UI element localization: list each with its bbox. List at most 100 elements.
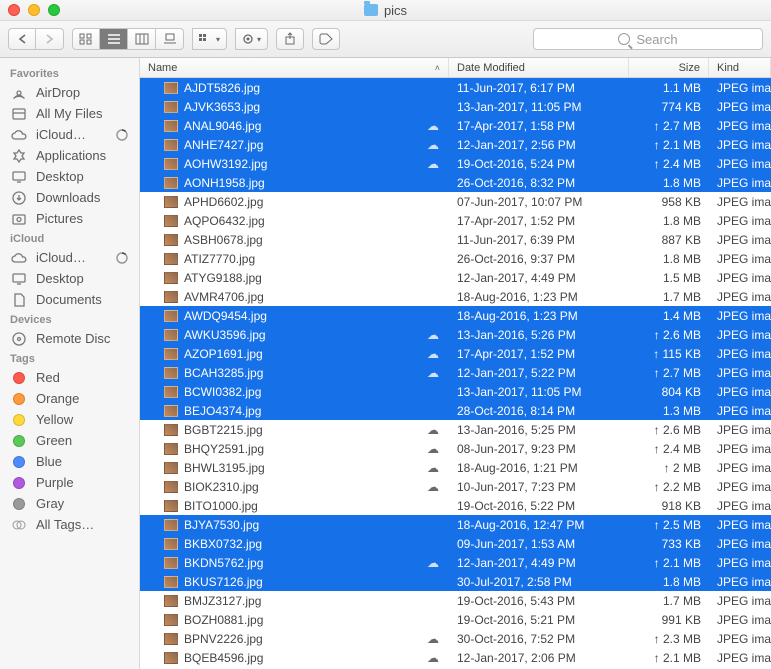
file-row[interactable]: BJYA7530.jpg18-Aug-2016, 12:47 PM↑ 2.5 M… <box>140 515 771 534</box>
file-row[interactable]: BMJZ3127.jpg19-Oct-2016, 5:43 PM1.7 MBJP… <box>140 591 771 610</box>
file-row[interactable]: AONH1958.jpg26-Oct-2016, 8:32 PM1.8 MBJP… <box>140 173 771 192</box>
file-size: 1.5 MB <box>629 271 709 285</box>
file-size: 1.8 MB <box>629 252 709 266</box>
view-icons-button[interactable] <box>72 28 100 50</box>
file-row[interactable]: BCAH3285.jpg☁12-Jan-2017, 5:22 PM↑ 2.7 M… <box>140 363 771 382</box>
sort-asc-icon: ˄ <box>435 63 440 73</box>
file-kind: JPEG image <box>709 556 771 570</box>
file-row[interactable]: BCWI0382.jpg13-Jan-2017, 11:05 PM804 KBJ… <box>140 382 771 401</box>
view-list-button[interactable] <box>100 28 128 50</box>
share-button[interactable] <box>276 28 304 50</box>
search-input[interactable]: Search <box>533 28 763 50</box>
file-row[interactable]: BITO1000.jpg19-Oct-2016, 5:22 PM918 KBJP… <box>140 496 771 515</box>
file-kind: JPEG image <box>709 651 771 665</box>
file-date: 07-Jun-2017, 10:07 PM <box>449 195 629 209</box>
sidebar-item[interactable]: Applications <box>0 145 139 166</box>
arrange-button[interactable]: ▾ <box>192 28 227 50</box>
file-thumbnail-icon <box>164 576 178 588</box>
sidebar-item[interactable]: All My Files <box>0 103 139 124</box>
file-row[interactable]: AWKU3596.jpg☁13-Jan-2016, 5:26 PM↑ 2.6 M… <box>140 325 771 344</box>
sidebar-item[interactable]: Remote Disc <box>0 328 139 349</box>
sidebar-item[interactable]: Green <box>0 430 139 451</box>
file-row[interactable]: AQPO6432.jpg17-Apr-2017, 1:52 PM1.8 MBJP… <box>140 211 771 230</box>
column-name[interactable]: Name˄ <box>140 58 449 77</box>
file-name: BITO1000.jpg <box>184 499 258 513</box>
file-row[interactable]: APHD6602.jpg07-Jun-2017, 10:07 PM958 KBJ… <box>140 192 771 211</box>
back-button[interactable] <box>8 28 36 50</box>
file-row[interactable]: AOHW3192.jpg☁19-Oct-2016, 5:24 PM↑ 2.4 M… <box>140 154 771 173</box>
sidebar-item[interactable]: Blue <box>0 451 139 472</box>
sidebar-item[interactable]: iCloud… <box>0 124 139 145</box>
sidebar-item[interactable]: Desktop <box>0 268 139 289</box>
sidebar-item[interactable]: Purple <box>0 472 139 493</box>
sidebar-item[interactable]: Desktop <box>0 166 139 187</box>
file-row[interactable]: BPNV2226.jpg☁30-Oct-2016, 7:52 PM↑ 2.3 M… <box>140 629 771 648</box>
file-kind: JPEG image <box>709 176 771 190</box>
sidebar-item[interactable]: Downloads <box>0 187 139 208</box>
view-columns-button[interactable] <box>128 28 156 50</box>
maximize-button[interactable] <box>48 4 60 16</box>
file-date: 09-Jun-2017, 1:53 AM <box>449 537 629 551</box>
file-row[interactable]: BEJO4374.jpg28-Oct-2016, 8:14 PM1.3 MBJP… <box>140 401 771 420</box>
file-row[interactable]: ASBH0678.jpg11-Jun-2017, 6:39 PM887 KBJP… <box>140 230 771 249</box>
allfiles-icon <box>10 107 28 121</box>
tag-icon <box>10 518 28 532</box>
file-row[interactable]: AVMR4706.jpg18-Aug-2016, 1:23 PM1.7 MBJP… <box>140 287 771 306</box>
file-thumbnail-icon <box>164 386 178 398</box>
sidebar-item[interactable]: AirDrop <box>0 82 139 103</box>
file-row[interactable]: BQEB4596.jpg☁12-Jan-2017, 2:06 PM↑ 2.1 M… <box>140 648 771 667</box>
file-name: BGBT2215.jpg <box>184 423 263 437</box>
downloads-icon <box>10 191 28 205</box>
file-row[interactable]: ANHE7427.jpg☁12-Jan-2017, 2:56 PM↑ 2.1 M… <box>140 135 771 154</box>
file-row[interactable]: BKDN5762.jpg☁12-Jan-2017, 4:49 PM↑ 2.1 M… <box>140 553 771 572</box>
sidebar-item[interactable]: Red <box>0 367 139 388</box>
file-date: 13-Jan-2016, 5:25 PM <box>449 423 629 437</box>
cloud-icon: ☁ <box>425 651 441 665</box>
file-kind: JPEG image <box>709 366 771 380</box>
file-row[interactable]: BHWL3195.jpg☁18-Aug-2016, 1:21 PM↑ 2 MBJ… <box>140 458 771 477</box>
sidebar-item[interactable]: Orange <box>0 388 139 409</box>
file-thumbnail-icon <box>164 272 178 284</box>
file-row[interactable]: BGBT2215.jpg☁13-Jan-2016, 5:25 PM↑ 2.6 M… <box>140 420 771 439</box>
sidebar-item[interactable]: Yellow <box>0 409 139 430</box>
file-name: ANAL9046.jpg <box>184 119 261 133</box>
progress-icon <box>115 251 129 265</box>
file-row[interactable]: BOZH0881.jpg19-Oct-2016, 5:21 PM991 KBJP… <box>140 610 771 629</box>
view-coverflow-button[interactable] <box>156 28 184 50</box>
sidebar-item[interactable]: iCloud… <box>0 247 139 268</box>
cloud-icon: ☁ <box>425 442 441 456</box>
tag-icon <box>10 371 28 385</box>
file-name: BJYA7530.jpg <box>184 518 259 532</box>
file-name: BMJZ3127.jpg <box>184 594 261 608</box>
action-button[interactable]: ▾ <box>235 28 268 50</box>
column-size[interactable]: Size <box>629 58 709 77</box>
file-name: BIOK2310.jpg <box>184 480 259 494</box>
file-row[interactable]: AWDQ9454.jpg18-Aug-2016, 1:23 PM1.4 MBJP… <box>140 306 771 325</box>
file-row[interactable]: ATIZ7770.jpg26-Oct-2016, 9:37 PM1.8 MBJP… <box>140 249 771 268</box>
column-kind[interactable]: Kind <box>709 58 771 77</box>
file-rows[interactable]: AJDT5826.jpg11-Jun-2017, 6:17 PM1.1 MBJP… <box>140 78 771 669</box>
file-row[interactable]: ANAL9046.jpg☁17-Apr-2017, 1:58 PM↑ 2.7 M… <box>140 116 771 135</box>
file-name: AOHW3192.jpg <box>184 157 267 171</box>
file-name: BOZH0881.jpg <box>184 613 263 627</box>
sidebar-item[interactable]: Documents <box>0 289 139 310</box>
file-row[interactable]: AZOP1691.jpg☁17-Apr-2017, 1:52 PM↑ 115 K… <box>140 344 771 363</box>
tags-button[interactable] <box>312 28 340 50</box>
sidebar-item[interactable]: Gray <box>0 493 139 514</box>
column-date[interactable]: Date Modified <box>449 58 629 77</box>
file-row[interactable]: BKBX0732.jpg09-Jun-2017, 1:53 AM733 KBJP… <box>140 534 771 553</box>
minimize-button[interactable] <box>28 4 40 16</box>
close-button[interactable] <box>8 4 20 16</box>
file-kind: JPEG image <box>709 423 771 437</box>
file-name: BHWL3195.jpg <box>184 461 265 475</box>
file-row[interactable]: BHQY2591.jpg☁08-Jun-2017, 9:23 PM↑ 2.4 M… <box>140 439 771 458</box>
file-row[interactable]: AJDT5826.jpg11-Jun-2017, 6:17 PM1.1 MBJP… <box>140 78 771 97</box>
file-row[interactable]: AJVK3653.jpg13-Jan-2017, 11:05 PM774 KBJ… <box>140 97 771 116</box>
sidebar-item[interactable]: All Tags… <box>0 514 139 535</box>
file-row[interactable]: BIOK2310.jpg☁10-Jun-2017, 7:23 PM↑ 2.2 M… <box>140 477 771 496</box>
sidebar-item[interactable]: Pictures <box>0 208 139 229</box>
file-row[interactable]: BKUS7126.jpg30-Jul-2017, 2:58 PM1.8 MBJP… <box>140 572 771 591</box>
file-row[interactable]: ATYG9188.jpg12-Jan-2017, 4:49 PM1.5 MBJP… <box>140 268 771 287</box>
file-thumbnail-icon <box>164 348 178 360</box>
forward-button[interactable] <box>36 28 64 50</box>
